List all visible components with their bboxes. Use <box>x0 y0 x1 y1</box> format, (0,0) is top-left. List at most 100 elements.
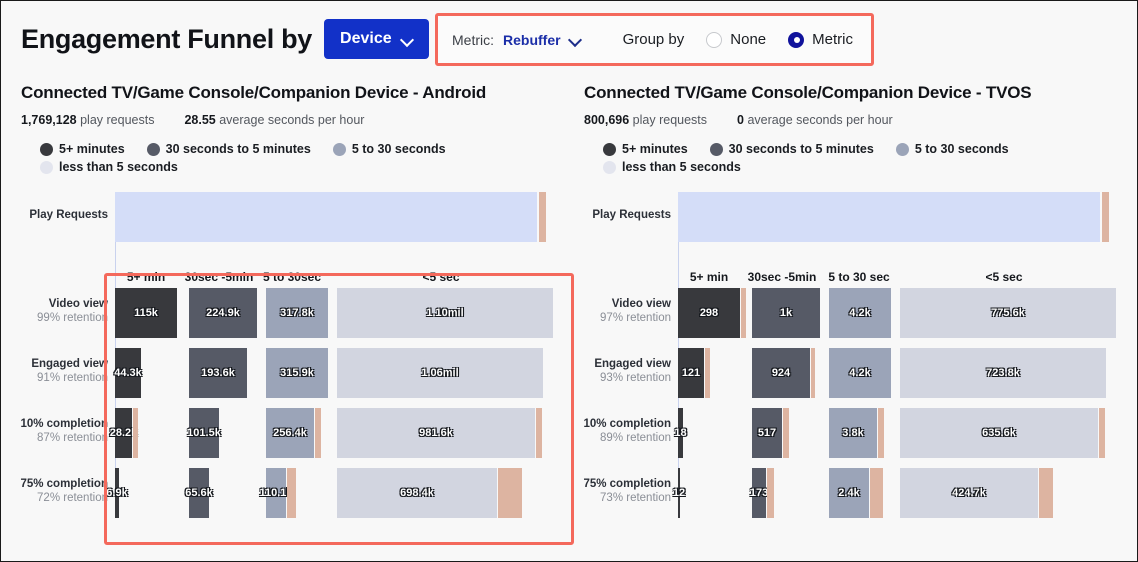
funnel-segment[interactable]: 110.1k <box>259 468 293 518</box>
chart-row: 10% completion 87% retention 28.2k 101.5k 25… <box>2 408 565 458</box>
legend-item-30s-5min[interactable]: 30 seconds to 5 minutes <box>709 142 874 156</box>
row-label-text: Play Requests <box>592 209 671 221</box>
legend-dot-icon <box>40 160 53 174</box>
legend-item-5-30s[interactable]: 5 to 30 seconds <box>895 142 1009 156</box>
funnel-segment-value: 65.6k <box>185 487 213 499</box>
funnel-segment[interactable]: 4.2k <box>829 288 891 338</box>
funnel-segment[interactable]: 1.06mil <box>337 348 543 398</box>
metric-accent-bar <box>783 408 789 458</box>
chart-row: 75% completion 73% retention 12 173 2.4k 424.… <box>565 468 1128 518</box>
funnel-segment[interactable]: 723.8k <box>900 348 1106 398</box>
legend-label: less than 5 seconds <box>59 160 178 174</box>
funnel-segment[interactable]: 65.6k <box>185 468 213 518</box>
legend: 5+ minutes 30 seconds to 5 minutes 5 to … <box>603 142 1103 178</box>
funnel-segment[interactable]: 12 <box>673 468 685 518</box>
radio-metric-label: Metric <box>812 31 853 48</box>
metric-accent-bar <box>870 468 883 518</box>
funnel-segment[interactable]: 4.2k <box>829 348 891 398</box>
legend-item-less-than-5s[interactable]: less than 5 seconds <box>603 160 741 174</box>
funnel-segment[interactable]: 517 <box>752 408 782 458</box>
avg-seconds-stat: 0 average seconds per hour <box>737 113 893 127</box>
legend-item-30s-5min[interactable]: 30 seconds to 5 minutes <box>146 142 311 156</box>
funnel-segment[interactable]: 44.3k <box>114 348 142 398</box>
column-header: 5 to 30 sec <box>828 270 890 284</box>
legend-label: 5 to 30 seconds <box>351 142 446 156</box>
row-label: 75% completion 73% retention <box>565 478 673 504</box>
row-label: 75% completion 72% retention <box>2 478 110 504</box>
row-label: 10% completion 87% retention <box>2 418 110 444</box>
funnel-segment[interactable]: 2.4k <box>829 468 869 518</box>
funnel-segment[interactable]: 18 <box>674 408 687 458</box>
radio-group-by-none[interactable]: None <box>706 31 766 48</box>
play-requests-label: play requests <box>632 113 708 127</box>
funnel-segment[interactable]: 256.4k <box>266 408 314 458</box>
funnel-segment-value: 44.3k <box>114 367 142 379</box>
funnel-segment-value: 1.10mil <box>426 307 464 319</box>
radio-metric-indicator[interactable] <box>788 31 805 48</box>
funnel-segment[interactable]: 28.2k <box>110 408 137 458</box>
chart-row: 75% completion 72% retention 6.9k 65.6k 110.… <box>2 468 565 518</box>
row-retention-text: 87% retention <box>37 432 108 444</box>
legend-dot-icon <box>895 142 909 156</box>
legend-item-less-than-5s[interactable]: less than 5 seconds <box>40 160 178 174</box>
panel-title: Connected TV/Game Console/Companion Devi… <box>584 83 1032 102</box>
funnel-segment[interactable]: 698.4k <box>337 468 497 518</box>
funnel-segment[interactable]: 1k <box>752 288 820 338</box>
column-header: 30sec -5min <box>747 270 817 284</box>
row-retention-text: 91% retention <box>37 372 108 384</box>
funnel-segment[interactable]: 121 <box>678 348 704 398</box>
radio-none-indicator[interactable] <box>706 31 723 48</box>
play-requests-bar[interactable] <box>115 192 537 242</box>
funnel-segment[interactable]: 173 <box>750 468 768 518</box>
funnel-segment[interactable]: 315.9k <box>266 348 328 398</box>
panel-android: Connected TV/Game Console/Companion Devi… <box>2 83 565 561</box>
legend-row: 5+ minutes 30 seconds to 5 minutes 5 to … <box>40 142 540 178</box>
row-label-play-requests: Play Requests <box>2 209 110 221</box>
column-header: 5 to 30sec <box>262 270 322 284</box>
row-label-text: Video view <box>611 298 671 310</box>
row-label: 10% completion 89% retention <box>565 418 673 444</box>
row-label-text: Play Requests <box>29 209 108 221</box>
panel-stats: 800,696 play requests 0 average seconds … <box>584 113 1128 127</box>
funnel-segment[interactable]: 317.8k <box>266 288 328 338</box>
funnel-segment-value: 4.2k <box>849 307 871 319</box>
funnel-segment[interactable]: 3.8k <box>829 408 877 458</box>
chart-row: Engaged view 93% retention 121 924 4.2k 723.8… <box>565 348 1128 398</box>
funnel-segment[interactable]: 193.6k <box>189 348 247 398</box>
funnel-segment[interactable]: 981.6k <box>337 408 535 458</box>
funnel-segment-value: 2.4k <box>838 487 860 499</box>
metric-accent-bar <box>741 288 746 338</box>
avg-seconds-label: average seconds per hour <box>219 113 365 127</box>
legend-item-5plus-minutes[interactable]: 5+ minutes <box>40 142 125 156</box>
legend-label: 30 seconds to 5 minutes <box>165 142 311 156</box>
row-retention-text: 72% retention <box>37 492 108 504</box>
chevron-down-icon[interactable] <box>570 34 581 45</box>
funnel-segment[interactable]: 101.5k <box>187 408 221 458</box>
funnel-segment[interactable]: 775.6k <box>900 288 1116 338</box>
funnel-segment[interactable]: 298 <box>678 288 740 338</box>
play-requests-bar[interactable] <box>678 192 1100 242</box>
funnel-segment[interactable]: 115k <box>115 288 177 338</box>
legend-item-5plus-minutes[interactable]: 5+ minutes <box>603 142 688 156</box>
funnel-segment[interactable]: 1.10mil <box>337 288 553 338</box>
metric-accent-bar <box>498 468 522 518</box>
funnel-segment[interactable]: 924 <box>752 348 810 398</box>
chart-row-play-requests: Play Requests <box>2 192 565 242</box>
metric-value-dropdown[interactable]: Rebuffer <box>503 32 561 48</box>
funnel-segment-value: 256.4k <box>273 427 307 439</box>
page-title: Engagement Funnel by <box>21 23 313 54</box>
chart-row-play-requests: Play Requests <box>565 192 1128 242</box>
funnel-segment-value: 121 <box>681 367 701 379</box>
row-retention-text: 99% retention <box>37 312 108 324</box>
funnel-segment[interactable]: 424.7k <box>900 468 1038 518</box>
metric-accent-bar <box>705 348 710 398</box>
radio-group-by-metric[interactable]: Metric <box>788 31 853 48</box>
funnel-segment-value: 981.6k <box>419 427 453 439</box>
legend-item-5-30s[interactable]: 5 to 30 seconds <box>332 142 446 156</box>
device-dropdown-button[interactable]: Device <box>324 19 429 59</box>
funnel-segment[interactable]: 224.9k <box>189 288 257 338</box>
row-retention-text: 73% retention <box>600 492 671 504</box>
group-by-label: Group by <box>622 31 685 48</box>
funnel-segment[interactable]: 6.9k <box>106 468 128 518</box>
funnel-segment[interactable]: 635.6k <box>900 408 1098 458</box>
